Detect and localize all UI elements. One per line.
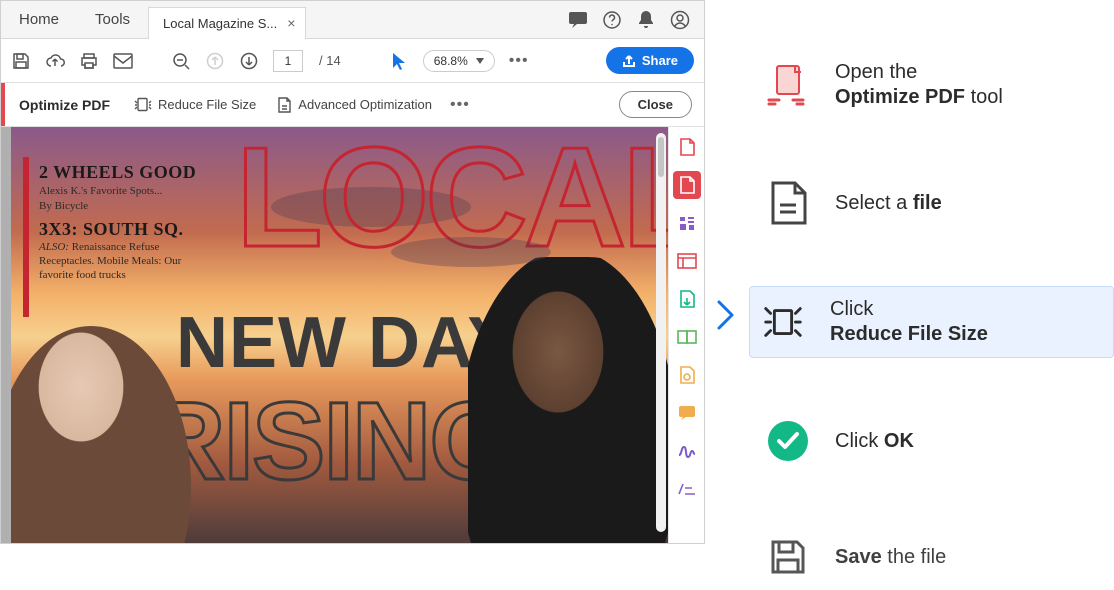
step1-line1: Open the	[835, 61, 917, 83]
bell-icon[interactable]	[636, 10, 656, 30]
main-toolbar: 1 / 14 68.8% ••• Share	[1, 39, 704, 83]
more-tools-icon[interactable]: •••	[509, 52, 529, 70]
step-open-optimize: Open the Optimize PDF tool	[755, 50, 1114, 120]
person-left-photo	[11, 317, 191, 543]
step2-bold: file	[913, 192, 942, 214]
mag-headline1: 2 WHEELS GOOD	[39, 162, 214, 183]
step3-line1: Click	[830, 298, 873, 320]
mag-sub1b: By Bicycle	[39, 200, 214, 213]
right-tool-rail	[668, 127, 704, 543]
step1-bold: Optimize PDF	[835, 86, 965, 108]
mag-sub1a: Alexis K.'s Favorite Spots...	[39, 185, 214, 198]
checkmark-icon	[765, 418, 811, 464]
advanced-optimization-button[interactable]: Advanced Optimization	[266, 90, 442, 120]
close-button[interactable]: Close	[619, 91, 692, 118]
step3-bold: Reduce File Size	[830, 323, 988, 345]
page-down-icon[interactable]	[239, 51, 259, 71]
close-tab-icon[interactable]: ×	[287, 15, 295, 31]
save-file-icon	[765, 534, 811, 580]
mag-masthead: LOCAL	[236, 127, 668, 269]
instruction-steps: Open the Optimize PDF tool Select a file…	[705, 0, 1114, 544]
mag-sub2: ALSO: Renaissance Refuse Receptacles. Mo…	[39, 241, 214, 282]
current-page-input[interactable]: 1	[273, 50, 303, 72]
magazine-page: 2 WHEELS GOOD Alexis K.'s Favorite Spots…	[11, 127, 668, 543]
optimize-title: Optimize PDF	[5, 97, 124, 113]
rail-comment-icon[interactable]	[673, 399, 701, 427]
zoom-out-icon[interactable]	[171, 51, 191, 71]
step-save-file: Save the file	[755, 524, 1114, 590]
select-tool-icon[interactable]	[389, 51, 409, 71]
step-arrow-icon	[713, 298, 737, 332]
rail-optimize-pdf-icon[interactable]	[673, 171, 701, 199]
step5-text: the file	[882, 546, 946, 568]
rail-create-pdf-icon[interactable]	[673, 133, 701, 161]
tabs-row: Home Tools Local Magazine S... ×	[1, 1, 704, 39]
reduce-file-size-button[interactable]: Reduce File Size	[124, 90, 266, 120]
step5-bold: Save	[835, 546, 882, 568]
page-separator: / 14	[319, 53, 341, 68]
cloud-upload-icon[interactable]	[45, 51, 65, 71]
rail-sign-icon[interactable]	[673, 437, 701, 465]
step-click-ok: Click OK	[755, 408, 1114, 474]
content-area: ▶ 2 WHEELS GOOD Alexis K.'s Favorite Spo…	[1, 127, 704, 543]
document-scrollbar[interactable]	[656, 133, 666, 532]
step4-text: Click	[835, 430, 884, 452]
rail-edit-pdf-icon[interactable]	[673, 209, 701, 237]
comment-icon[interactable]	[568, 10, 588, 30]
tab-home[interactable]: Home	[1, 1, 77, 39]
rail-combine-icon[interactable]	[673, 323, 701, 351]
mag-headline2: 3X3: SOUTH SQ.	[39, 219, 214, 240]
print-icon[interactable]	[79, 51, 99, 71]
help-icon[interactable]	[602, 10, 622, 30]
mag-big1: NEW DAY	[176, 307, 516, 379]
optimize-pdf-tool-icon	[765, 62, 811, 108]
rail-redact-icon[interactable]	[673, 475, 701, 503]
tab-tools[interactable]: Tools	[77, 1, 148, 39]
document-viewport[interactable]: 2 WHEELS GOOD Alexis K.'s Favorite Spots…	[1, 127, 668, 543]
step2-text: Select a	[835, 192, 913, 214]
rail-organize-icon[interactable]	[673, 247, 701, 275]
reduce-file-size-icon	[760, 299, 806, 345]
person-right-photo	[468, 257, 668, 543]
account-icon[interactable]	[670, 10, 690, 30]
step-select-file: Select a file	[755, 170, 1114, 236]
page-up-icon[interactable]	[205, 51, 225, 71]
acrobat-window: Home Tools Local Magazine S... ×	[0, 0, 705, 544]
save-icon[interactable]	[11, 51, 31, 71]
tab-file-label: Local Magazine S...	[163, 16, 277, 31]
email-icon[interactable]	[113, 51, 133, 71]
rail-protect-icon[interactable]	[673, 361, 701, 389]
step4-bold: OK	[884, 430, 914, 452]
optimize-more-icon[interactable]: •••	[450, 96, 470, 114]
step-reduce-file-size: Click Reduce File Size	[749, 286, 1114, 358]
share-button[interactable]: Share	[606, 47, 694, 74]
step1-line2: tool	[965, 86, 1003, 108]
optimize-pdf-toolbar: Optimize PDF Reduce File Size Advanced O…	[1, 83, 704, 127]
mag-big2: RISING	[146, 387, 513, 497]
rail-export-icon[interactable]	[673, 285, 701, 313]
zoom-dropdown[interactable]: 68.8%	[423, 50, 495, 72]
file-icon	[765, 180, 811, 226]
tab-file[interactable]: Local Magazine S... ×	[148, 7, 306, 39]
